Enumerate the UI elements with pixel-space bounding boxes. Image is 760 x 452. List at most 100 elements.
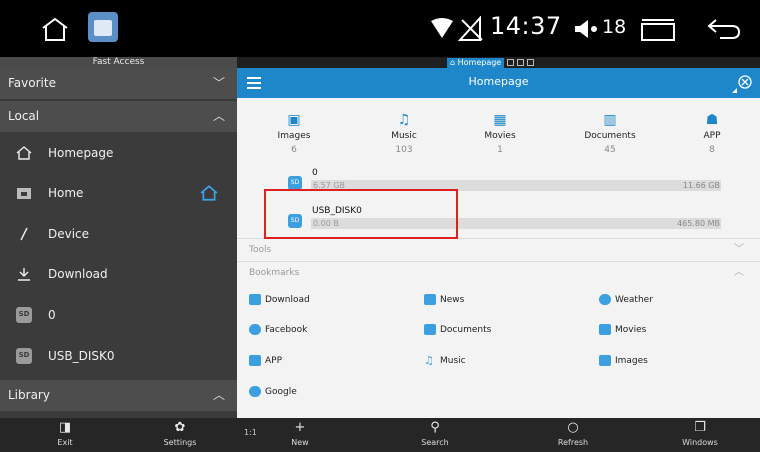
movie-icon: ▦	[493, 112, 507, 128]
bookmark-label: APP	[265, 356, 283, 366]
category-images[interactable]: ▣ Images 6	[254, 112, 334, 155]
bookmark-label: Weather	[615, 295, 653, 305]
close-tab-icon[interactable]	[731, 74, 753, 94]
window-tab-strip: ⌂ Homepage	[237, 57, 760, 68]
music-icon: ♫	[424, 354, 434, 367]
home-icon[interactable]	[40, 14, 70, 44]
category-label: Images	[277, 131, 311, 141]
tab-homepage[interactable]: ⌂ Homepage	[447, 57, 505, 68]
storage-total: 465.80 MB	[677, 219, 720, 228]
image-icon: ▣	[287, 112, 301, 128]
signal-icon	[458, 16, 483, 41]
sidebar-section-library[interactable]: Library ︿	[0, 380, 237, 411]
status-bar: 14:37 18	[0, 0, 760, 57]
app-folder-icon	[249, 355, 261, 366]
chevron-up-icon: ︿	[212, 388, 225, 402]
tab-placeholder[interactable]	[507, 59, 515, 66]
category-label: Music	[391, 131, 417, 141]
sidebar-item-label: Download	[48, 267, 108, 281]
home-outline-icon	[16, 146, 32, 160]
tab-placeholder[interactable]	[517, 59, 525, 66]
clock: 14:37	[490, 12, 562, 40]
windows-button[interactable]: ❐ Windows	[675, 418, 725, 452]
wifi-icon	[431, 18, 453, 38]
android-icon: ☗	[705, 112, 719, 128]
settings-button[interactable]: ✿ Settings	[155, 418, 205, 452]
news-icon	[424, 294, 436, 305]
category-count: 1	[497, 145, 503, 155]
sidebar-item-download[interactable]: Download	[0, 254, 237, 294]
search-icon: ⚲	[430, 420, 440, 435]
bookmark-label: Download	[265, 295, 310, 305]
section-label: Tools	[249, 245, 272, 255]
category-movies[interactable]: ▦ Movies 1	[460, 112, 540, 155]
sidebar-item-homepage[interactable]: Homepage	[0, 133, 237, 173]
set-home-icon[interactable]	[200, 184, 218, 202]
storage-name: 0	[312, 168, 318, 178]
sd-card-icon: SD	[288, 176, 302, 190]
plus-icon: +	[294, 420, 306, 435]
category-documents[interactable]: ▥ Documents 45	[570, 112, 650, 155]
bookmark-label: Images	[615, 356, 648, 366]
refresh-button[interactable]: ○ Refresh	[548, 418, 598, 452]
gear-icon: ✿	[174, 420, 186, 435]
bookmark-label: Google	[265, 387, 297, 397]
bookmark-label: Music	[440, 356, 466, 366]
chevron-down-icon: ﹀	[734, 244, 744, 255]
download-folder-icon	[249, 294, 261, 305]
storage-total: 11.66 GB	[682, 181, 720, 190]
exit-icon: ◨	[58, 420, 72, 435]
sd-card-icon: SD	[16, 307, 32, 323]
documents-icon: ▥	[603, 112, 617, 128]
download-icon	[18, 268, 30, 281]
sidebar-item-sd-0[interactable]: SD 0	[0, 295, 237, 335]
search-button[interactable]: ⚲ Search	[415, 418, 455, 452]
bookmark-label: News	[440, 295, 465, 305]
sidebar-item-label: Homepage	[48, 146, 114, 160]
sidebar-section-favorite[interactable]: Favorite ﹀	[0, 68, 237, 99]
volume-icon[interactable]	[574, 19, 600, 39]
tab-placeholder[interactable]	[527, 59, 535, 66]
windows-icon: ❐	[694, 420, 706, 435]
globe-icon	[249, 324, 261, 335]
weather-icon	[599, 294, 611, 305]
back-icon[interactable]	[706, 16, 742, 42]
volume-level: 18	[602, 16, 627, 38]
sidebar-item-device[interactable]: Device	[0, 214, 237, 254]
windows-label: Windows	[682, 438, 718, 447]
section-label: Bookmarks	[249, 268, 300, 278]
sidebar-item-usb-disk0[interactable]: SD USB_DISK0	[0, 336, 237, 376]
settings-label: Settings	[163, 438, 197, 447]
sidebar: Favorite ﹀ Local ︿ Homepage Home Device …	[0, 68, 237, 418]
image-icon	[599, 355, 611, 366]
movies-folder-icon	[599, 324, 611, 335]
exit-button[interactable]: ◨ Exit	[45, 418, 85, 452]
chevron-down-icon: ﹀	[212, 76, 225, 90]
folder-icon	[17, 188, 31, 199]
bookmark-label: Documents	[440, 325, 492, 335]
new-button[interactable]: + New	[280, 418, 320, 452]
slash-icon	[20, 227, 28, 241]
bottom-toolbar: ◨ Exit ✿ Settings 1:1 + New ⚲ Search ○ R…	[0, 418, 760, 452]
tools-section-header[interactable]: Tools ﹀	[237, 238, 760, 260]
chevron-up-icon: ︿	[212, 109, 225, 123]
exit-label: Exit	[57, 438, 73, 447]
category-label: Documents	[584, 131, 636, 141]
sidebar-item-label: USB_DISK0	[48, 349, 115, 363]
sidebar-item-home[interactable]: Home	[0, 173, 237, 213]
section-label: Favorite	[8, 76, 56, 90]
category-music[interactable]: ♫ Music 103	[364, 112, 444, 155]
app-icon[interactable]	[88, 12, 118, 42]
bookmark-label: Facebook	[265, 325, 308, 335]
category-label: Movies	[484, 131, 516, 141]
globe-icon	[249, 386, 261, 397]
sidebar-section-local[interactable]: Local ︿	[0, 101, 237, 132]
category-count: 103	[395, 145, 413, 155]
sidebar-item-label: Device	[48, 227, 90, 241]
category-app[interactable]: ☗ APP 8	[672, 112, 752, 155]
refresh-label: Refresh	[557, 438, 589, 447]
bookmarks-section-header[interactable]: Bookmarks ︿	[237, 261, 760, 283]
window-icon[interactable]	[640, 18, 676, 42]
section-label: Local	[8, 109, 40, 123]
sidebar-item-label: Home	[48, 186, 84, 200]
